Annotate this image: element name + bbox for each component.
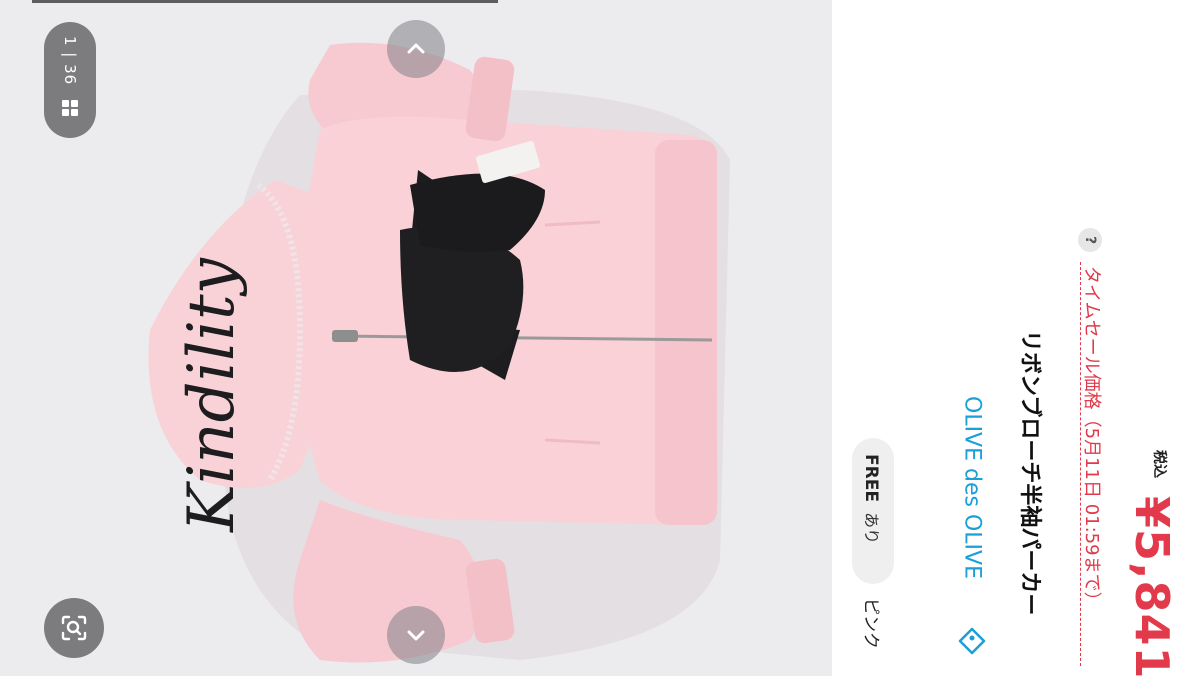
grid-icon bbox=[62, 100, 78, 116]
chevron-down-icon bbox=[407, 630, 425, 641]
stock-status: あり bbox=[862, 512, 881, 545]
image-counter[interactable]: 1 | 36 bbox=[44, 22, 96, 138]
next-image-button[interactable] bbox=[387, 606, 445, 664]
garment-illustration bbox=[148, 42, 730, 663]
sale-underline bbox=[1080, 262, 1081, 666]
shop-icon bbox=[958, 627, 986, 655]
lens-search-button[interactable] bbox=[44, 598, 104, 658]
previous-image-button[interactable] bbox=[387, 20, 445, 78]
help-button[interactable]: ? bbox=[1078, 228, 1102, 252]
product-image[interactable]: Kindility 1 | 36 bbox=[0, 0, 832, 676]
counter-text: 1 | 36 bbox=[61, 36, 79, 86]
lens-search-icon bbox=[61, 615, 87, 641]
size-chip[interactable]: FREE あり bbox=[852, 438, 894, 584]
size-value: FREE bbox=[861, 454, 881, 502]
chevron-up-icon bbox=[407, 43, 425, 54]
